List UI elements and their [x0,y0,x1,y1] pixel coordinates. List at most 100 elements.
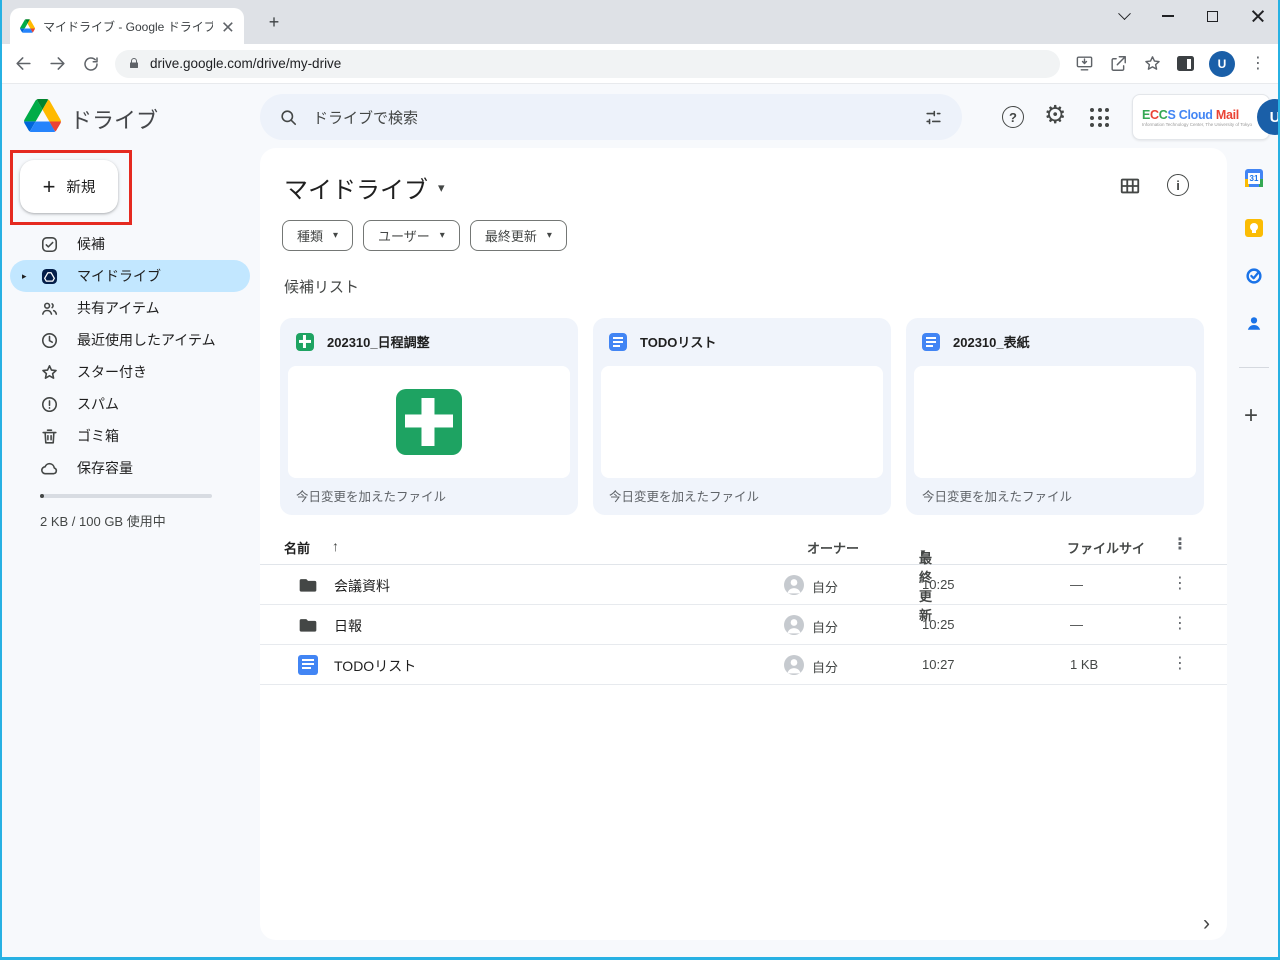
lock-icon [128,57,140,70]
sort-ascending-icon[interactable]: ↑ [332,538,339,554]
tasks-icon[interactable] [1245,267,1263,285]
browser-menu-icon[interactable]: ⋮ [1250,56,1266,72]
docs-file-icon [922,333,940,351]
search-icon[interactable] [279,108,298,127]
new-button[interactable]: + 新規 [20,160,118,213]
browser-profile-avatar[interactable]: U [1209,51,1235,77]
tab-close-icon[interactable] [222,21,232,31]
owner-avatar [784,575,804,595]
settings-gear-icon[interactable]: ⚙ [1044,100,1066,130]
search-options-tune-icon[interactable] [924,108,943,127]
get-add-ons-plus-icon[interactable]: + [1244,402,1258,430]
trash-icon [40,427,59,446]
eccs-logo-subtitle: Information Technology Center, The Unive… [1142,122,1252,127]
reload-icon[interactable] [82,55,100,73]
sidebar-item-trash[interactable]: ゴミ箱 [10,420,250,452]
share-icon[interactable] [1109,54,1128,73]
file-owner: 自分 [812,617,838,636]
drive-favicon [20,19,35,33]
tab-search-chevron-icon[interactable] [1118,7,1131,20]
search-bar[interactable]: ドライブで検索 [260,94,962,140]
column-owner[interactable]: オーナー [807,538,859,557]
sidebar-item-suggested[interactable]: 候補 [10,228,250,260]
filter-chip-user[interactable]: ユーザー ▾ [363,220,460,251]
table-options-kebab-icon[interactable]: ⋮ [1172,537,1188,553]
window-close-icon[interactable] [1251,10,1264,23]
suggestion-card[interactable]: TODOリスト 今日変更を加えたファイル [593,318,891,515]
file-size: — [1070,617,1083,632]
eccs-logo-text: ECCS Cloud Mail [1142,108,1252,122]
sheets-file-icon [296,333,314,351]
account-avatar[interactable]: U [1257,99,1280,135]
side-panel-icon[interactable] [1177,56,1194,71]
file-modified: 10:25 [922,577,955,592]
forward-icon[interactable] [48,54,67,73]
tab-strip: マイドライブ - Google ドライブ + [2,0,1278,44]
file-name: 日報 [334,616,362,636]
sidebar-item-label: 候補 [77,234,105,254]
browser-tab[interactable]: マイドライブ - Google ドライブ [10,8,244,44]
star-icon [40,363,59,382]
sidebar-nav: 候補 ▸ マイドライブ 共有アイテム 最近使用したアイテム スター付き スパム … [10,228,250,484]
contacts-icon[interactable] [1245,314,1263,332]
page-title-text: マイドライブ [284,170,428,205]
sidebar-item-my-drive[interactable]: ▸ マイドライブ [10,260,250,292]
title-caret-icon[interactable]: ▾ [438,180,445,196]
column-size[interactable]: ファイルサイ [1067,538,1145,557]
row-options-kebab-icon[interactable]: ⋮ [1172,576,1188,592]
new-button-label: 新規 [66,176,95,197]
table-row[interactable]: TODOリスト 自分 10:27 1 KB ⋮ [260,645,1227,685]
card-thumbnail [601,366,883,478]
storage-progress-bar [40,494,212,498]
help-icon[interactable]: ? [1002,106,1024,128]
suggestion-card[interactable]: 202310_表紙 今日変更を加えたファイル [906,318,1204,515]
rail-divider [1239,367,1269,368]
sidebar-item-starred[interactable]: スター付き [10,356,250,388]
filter-chip-type[interactable]: 種類 ▾ [282,220,353,251]
eccs-account-badge[interactable]: ECCS Cloud Mail Information Technology C… [1132,94,1270,140]
chevron-down-icon: ▾ [333,230,338,241]
owner-avatar [784,615,804,635]
new-tab-button[interactable]: + [262,10,286,34]
keep-icon[interactable] [1245,219,1263,237]
card-header: 202310_日程調整 [280,318,578,365]
info-icon[interactable]: i [1167,174,1189,196]
chip-label: 種類 [297,226,323,245]
main-content: マイドライブ ▾ i 種類 ▾ ユーザー ▾ 最終更新 ▾ 候補リスト [260,148,1227,940]
sidebar-item-label: マイドライブ [77,266,161,286]
window-maximize-icon[interactable] [1207,11,1218,22]
plus-icon: + [43,176,56,198]
window-minimize-icon[interactable] [1162,15,1174,17]
expand-side-panel-chevron-icon[interactable]: › [1203,912,1210,936]
search-input[interactable]: ドライブで検索 [313,107,909,128]
cloud-icon [40,459,59,478]
sidebar-item-shared[interactable]: 共有アイテム [10,292,250,324]
chevron-down-icon: ▾ [440,230,445,241]
expand-caret-icon[interactable]: ▸ [22,271,27,282]
filter-chip-modified[interactable]: 最終更新 ▾ [470,220,567,251]
table-row[interactable]: 会議資料 自分 10:25 — ⋮ [260,565,1227,605]
table-row[interactable]: 日報 自分 10:25 — ⋮ [260,605,1227,645]
chip-label: ユーザー [378,226,430,245]
url-bar[interactable]: drive.google.com/drive/my-drive [115,50,1060,78]
row-options-kebab-icon[interactable]: ⋮ [1172,656,1188,672]
browser-toolbar: drive.google.com/drive/my-drive U ⋮ [2,44,1278,84]
drive-logo[interactable] [24,99,61,132]
suggestion-card[interactable]: 202310_日程調整 今日変更を加えたファイル [280,318,578,515]
apps-grid-icon[interactable] [1090,108,1109,127]
calendar-icon[interactable]: 31 [1245,169,1263,187]
card-footer: 今日変更を加えたファイル [296,486,446,505]
column-name[interactable]: 名前 [284,538,310,557]
page-title[interactable]: マイドライブ ▾ [284,170,445,205]
row-options-kebab-icon[interactable]: ⋮ [1172,616,1188,632]
card-footer: 今日変更を加えたファイル [922,486,1072,505]
install-icon[interactable] [1075,54,1094,73]
card-thumbnail [914,366,1196,478]
sidebar-item-recent[interactable]: 最近使用したアイテム [10,324,250,356]
file-owner: 自分 [812,577,838,596]
grid-view-toggle-icon[interactable] [1119,175,1141,197]
bookmark-star-icon[interactable] [1143,54,1162,73]
back-icon[interactable] [14,54,33,73]
sidebar-item-spam[interactable]: スパム [10,388,250,420]
sidebar-item-storage[interactable]: 保存容量 [10,452,250,484]
